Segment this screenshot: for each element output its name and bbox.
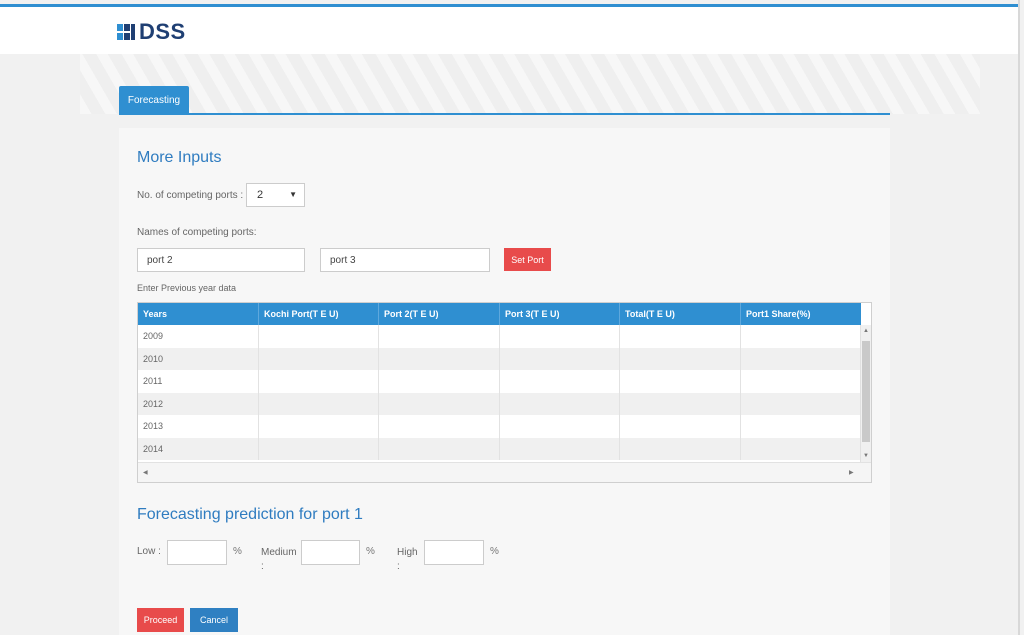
table-cell[interactable] bbox=[620, 392, 741, 415]
table-cell[interactable]: 2012 bbox=[138, 392, 259, 415]
tab-underline bbox=[119, 113, 890, 115]
scroll-left-icon[interactable]: ◀ bbox=[143, 469, 148, 476]
table-cell[interactable] bbox=[500, 370, 620, 393]
table-cell[interactable] bbox=[500, 392, 620, 415]
table-row: 2010 bbox=[138, 347, 860, 371]
proceed-button[interactable]: Proceed bbox=[137, 608, 184, 632]
table-cell[interactable] bbox=[379, 392, 500, 415]
table-cell[interactable] bbox=[259, 437, 379, 460]
column-header[interactable]: Years bbox=[138, 303, 259, 325]
table-cell[interactable] bbox=[620, 325, 741, 348]
table-cell[interactable] bbox=[500, 347, 620, 370]
table-cell[interactable] bbox=[259, 370, 379, 393]
medium-label: Medium : bbox=[261, 547, 297, 572]
table-cell[interactable] bbox=[259, 392, 379, 415]
table-cell[interactable] bbox=[741, 438, 860, 461]
column-header[interactable]: Port1 Share(%) bbox=[741, 303, 861, 325]
port-names-label: Names of competing ports: bbox=[137, 227, 257, 238]
high-label: High : bbox=[397, 547, 418, 572]
logo-icon bbox=[117, 23, 135, 41]
table-cell[interactable] bbox=[379, 370, 500, 393]
table-cell[interactable] bbox=[620, 347, 741, 370]
table-cell[interactable]: 2014 bbox=[138, 437, 259, 460]
low-percent-sign: % bbox=[233, 546, 242, 557]
set-port-button[interactable]: Set Port bbox=[504, 248, 551, 271]
competing-ports-label: No. of competing ports : bbox=[137, 190, 244, 201]
table-cell[interactable] bbox=[259, 325, 379, 348]
column-header[interactable]: Kochi Port(T E U) bbox=[259, 303, 379, 325]
cancel-button[interactable]: Cancel bbox=[190, 608, 238, 632]
table-cell[interactable] bbox=[620, 437, 741, 460]
low-input[interactable] bbox=[167, 540, 227, 565]
table-cell[interactable]: 2011 bbox=[138, 370, 259, 393]
table-cell[interactable] bbox=[620, 415, 741, 438]
table-cell[interactable] bbox=[741, 370, 860, 393]
brand-name: DSS bbox=[139, 19, 186, 44]
table-cell[interactable] bbox=[259, 415, 379, 438]
high-input[interactable] bbox=[424, 540, 484, 565]
competing-ports-value: 2 bbox=[257, 189, 264, 201]
table-cell[interactable]: 2013 bbox=[138, 415, 259, 438]
prev-year-label: Enter Previous year data bbox=[137, 283, 237, 293]
table-row: 2011 bbox=[138, 370, 860, 393]
port-3-name-input[interactable] bbox=[320, 248, 490, 272]
scroll-right-icon[interactable]: ▶ bbox=[849, 469, 854, 476]
table-cell[interactable] bbox=[741, 325, 860, 348]
table-cell[interactable] bbox=[259, 347, 379, 370]
high-percent-sign: % bbox=[490, 546, 499, 557]
low-label: Low : bbox=[137, 546, 161, 557]
table-cell[interactable] bbox=[741, 393, 860, 416]
scroll-up-icon[interactable]: ▲ bbox=[863, 328, 869, 334]
scrollbar-thumb[interactable] bbox=[862, 341, 870, 442]
table-cell[interactable]: 2010 bbox=[138, 347, 259, 370]
competing-ports-select[interactable]: 2 ▼ bbox=[246, 183, 305, 207]
table-cell[interactable] bbox=[741, 415, 860, 438]
column-header[interactable]: Total(T E U) bbox=[620, 303, 741, 325]
previous-year-data-grid: Years Kochi Port(T E U) Port 2(T E U) Po… bbox=[137, 302, 872, 483]
grid-header: Years Kochi Port(T E U) Port 2(T E U) Po… bbox=[138, 303, 861, 325]
more-inputs-title: More Inputs bbox=[137, 149, 222, 166]
table-cell[interactable] bbox=[620, 370, 741, 393]
column-header[interactable]: Port 3(T E U) bbox=[500, 303, 620, 325]
column-header[interactable]: Port 2(T E U) bbox=[379, 303, 500, 325]
horizontal-scrollbar[interactable]: ◀ ▶ bbox=[138, 462, 871, 482]
page-edge-divider bbox=[1018, 0, 1020, 635]
table-cell[interactable] bbox=[379, 325, 500, 348]
table-cell[interactable] bbox=[500, 437, 620, 460]
caret-down-icon: ▼ bbox=[289, 190, 297, 199]
port-2-name-input[interactable] bbox=[137, 248, 305, 272]
tab-forecasting[interactable]: Forecasting bbox=[119, 86, 189, 114]
table-cell[interactable] bbox=[500, 415, 620, 438]
brand-logo[interactable]: DSS bbox=[117, 19, 186, 45]
medium-percent-sign: % bbox=[366, 546, 375, 557]
table-cell[interactable]: 2009 bbox=[138, 325, 259, 348]
table-row: 2014 bbox=[138, 437, 860, 461]
table-cell[interactable] bbox=[741, 348, 860, 371]
table-cell[interactable] bbox=[379, 437, 500, 460]
grid-body: 2009 2010 2011 2012 2013 2014 bbox=[138, 325, 860, 460]
scroll-down-icon[interactable]: ▼ bbox=[863, 453, 869, 459]
table-cell[interactable] bbox=[500, 325, 620, 348]
background-pattern bbox=[80, 54, 980, 114]
app-header: DSS bbox=[0, 7, 1018, 54]
table-cell[interactable] bbox=[379, 415, 500, 438]
medium-input[interactable] bbox=[301, 540, 360, 565]
table-cell[interactable] bbox=[379, 347, 500, 370]
table-row: 2012 bbox=[138, 392, 860, 416]
table-row: 2009 bbox=[138, 325, 860, 348]
vertical-scrollbar[interactable]: ▲ ▼ bbox=[860, 325, 871, 462]
table-row: 2013 bbox=[138, 415, 860, 438]
forecast-title: Forecasting prediction for port 1 bbox=[137, 506, 363, 523]
